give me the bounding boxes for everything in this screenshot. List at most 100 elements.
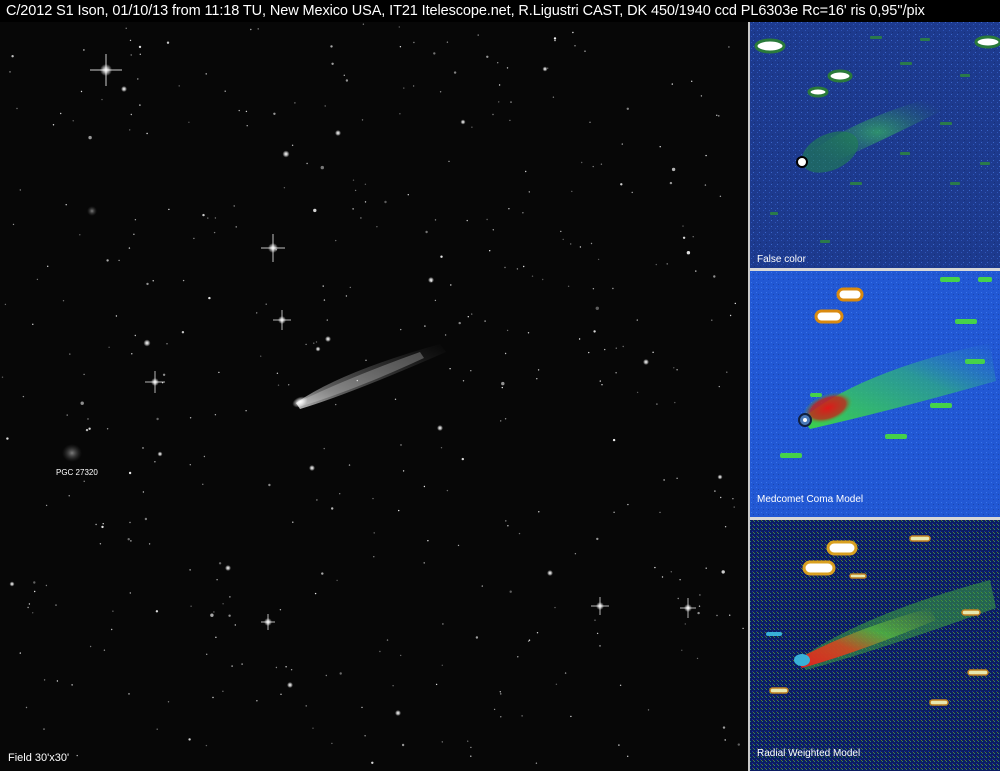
- faint-star: [290, 669, 293, 671]
- faint-star: [313, 342, 315, 344]
- faint-star: [62, 300, 65, 302]
- faint-star: [321, 572, 324, 575]
- faint-star: [83, 480, 85, 482]
- radial-model-image: [750, 520, 1000, 771]
- faint-star: [235, 226, 237, 228]
- faint-star: [619, 684, 622, 686]
- faint-star: [554, 606, 556, 609]
- faint-star: [83, 373, 85, 376]
- faint-star: [129, 39, 132, 42]
- coma-model-image: [750, 271, 1000, 517]
- faint-star: [604, 348, 606, 351]
- faint-star: [103, 649, 106, 651]
- field-size-label: Field 30'x30': [8, 752, 70, 764]
- faint-star: [133, 233, 135, 235]
- faint-star: [440, 447, 443, 449]
- faint-star: [528, 639, 531, 641]
- faint-star: [691, 80, 693, 82]
- faint-star: [88, 135, 92, 140]
- faint-star: [139, 104, 141, 106]
- faint-star: [579, 246, 582, 248]
- faint-star: [231, 665, 233, 667]
- faint-star: [497, 62, 499, 64]
- faint-star: [518, 532, 521, 535]
- title-bar: C/2012 S1 Ison, 01/10/13 from 11:18 TU, …: [0, 0, 1000, 22]
- faint-star: [128, 471, 132, 475]
- faint-star: [574, 45, 576, 47]
- faint-star: [125, 27, 127, 29]
- faint-star: [627, 503, 629, 506]
- faint-star: [506, 67, 509, 69]
- faint-star: [504, 266, 506, 269]
- faint-star: [352, 208, 354, 210]
- faint-star: [331, 62, 334, 65]
- faint-star: [531, 275, 534, 277]
- faint-star: [313, 208, 317, 213]
- faint-star: [618, 744, 620, 746]
- faint-star: [277, 384, 280, 386]
- faint-star: [492, 229, 494, 231]
- image-caption: C/2012 S1 Ison, 01/10/13 from 11:18 TU, …: [6, 3, 925, 19]
- faint-star: [189, 569, 191, 571]
- faint-star: [612, 287, 614, 290]
- faint-galaxy: [87, 206, 97, 216]
- faint-star: [362, 23, 365, 25]
- faint-star: [402, 470, 405, 472]
- faint-star: [205, 73, 207, 75]
- faint-star: [139, 53, 141, 55]
- faint-star: [386, 639, 389, 641]
- faint-star: [500, 693, 502, 695]
- faint-star: [673, 367, 675, 369]
- faint-star: [525, 170, 527, 173]
- false-color-panel: False color: [750, 22, 1000, 270]
- faint-star: [589, 121, 591, 124]
- faint-star: [345, 79, 349, 82]
- faint-star: [218, 371, 220, 374]
- faint-star: [581, 161, 583, 164]
- faint-star: [245, 410, 247, 412]
- faint-star: [210, 613, 214, 617]
- faint-star: [146, 282, 149, 286]
- faint-star: [681, 649, 683, 651]
- faint-star: [166, 343, 168, 345]
- faint-star: [729, 614, 731, 616]
- faint-star: [181, 331, 185, 334]
- faint-star: [101, 98, 103, 101]
- faint-star: [6, 437, 9, 440]
- faint-star: [572, 31, 574, 34]
- faint-star: [146, 132, 148, 135]
- faint-star: [280, 693, 282, 695]
- faint-star: [621, 143, 623, 145]
- faint-star: [424, 325, 426, 327]
- faint-star: [34, 590, 36, 593]
- faint-star: [130, 113, 132, 116]
- faint-star: [521, 715, 523, 717]
- faint-star: [360, 217, 362, 219]
- faint-star: [489, 250, 491, 252]
- faint-star: [728, 46, 730, 48]
- faint-star: [102, 523, 104, 525]
- faint-star: [434, 299, 437, 302]
- faint-star: [273, 112, 276, 116]
- faint-star: [128, 693, 130, 695]
- faint-star: [339, 672, 342, 675]
- faint-star: [594, 619, 596, 621]
- faint-star: [523, 265, 525, 268]
- faint-star: [435, 683, 438, 686]
- faint-star: [647, 709, 650, 711]
- faint-star: [467, 316, 469, 318]
- faint-star: [162, 373, 166, 376]
- faint-star: [553, 37, 557, 40]
- faint-star: [364, 735, 366, 737]
- faint-star: [425, 230, 428, 234]
- faint-star: [106, 428, 109, 430]
- faint-star: [148, 543, 151, 545]
- faint-star: [9, 71, 11, 73]
- faint-star: [118, 259, 120, 262]
- faint-star: [156, 728, 158, 730]
- faint-star: [467, 740, 469, 742]
- faint-star: [216, 579, 218, 581]
- faint-star: [471, 313, 473, 315]
- faint-star: [719, 195, 722, 197]
- faint-star: [705, 154, 707, 157]
